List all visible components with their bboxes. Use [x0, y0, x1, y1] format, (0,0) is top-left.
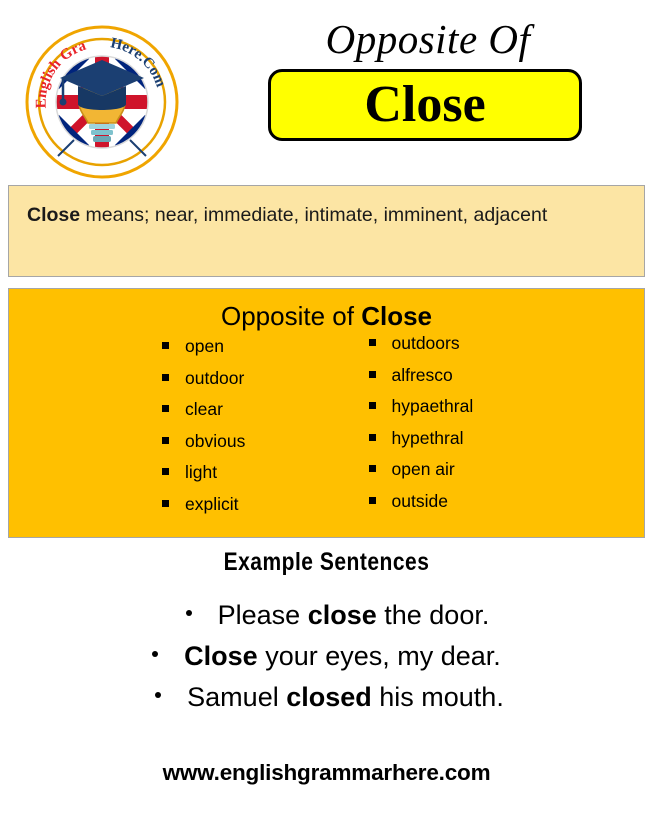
opposite-word: outdoors	[391, 333, 460, 354]
opposite-word: clear	[185, 399, 223, 420]
opposite-word: alfresco	[391, 364, 453, 385]
square-bullet-icon	[162, 342, 169, 350]
list-item: open air	[368, 459, 645, 493]
sentence-after: his mouth.	[371, 682, 504, 713]
list-item: explicit	[162, 493, 327, 528]
page-header: English Grammar Here.Com	[0, 0, 653, 182]
opposites-title-prefix: Opposite of	[220, 301, 362, 331]
examples-heading: Example Sentences	[223, 548, 430, 576]
example-sentence: Please close the door.	[0, 595, 653, 636]
square-bullet-icon	[162, 405, 169, 413]
sentence-keyword: close	[307, 600, 377, 630]
site-url[interactable]: www.englishgrammarhere.com	[163, 760, 491, 785]
opposite-word: obvious	[185, 430, 246, 451]
list-item: light	[162, 464, 327, 496]
definition-box: Close means; near, immediate, intimate, …	[8, 185, 645, 277]
headword-box: Close	[268, 69, 582, 142]
opposites-box: Opposite of Close open outdoor clear obv…	[8, 288, 645, 538]
opposites-list-right: outdoors alfresco hypaethral hypethral o…	[327, 335, 645, 524]
site-logo: English Grammar Here.Com	[22, 22, 182, 182]
definition-text: Close means; near, immediate, intimate, …	[27, 202, 626, 229]
examples-section: Example Sentences Please close the door.…	[0, 548, 653, 718]
opposite-word: hypethral	[391, 427, 464, 448]
page-title: Opposite Of	[325, 16, 531, 62]
opposites-column-left: open outdoor clear obvious light explici…	[9, 338, 327, 527]
definition-term: Close	[27, 204, 81, 226]
sentence-after: the door.	[376, 600, 490, 630]
opposites-column-right: outdoors alfresco hypaethral hypethral o…	[327, 335, 645, 524]
opposite-word: hypaethral	[391, 396, 474, 417]
definition-body: means; near, immediate, intimate, immine…	[80, 204, 548, 226]
header-title-group: Opposite Of Close	[215, 16, 635, 142]
bullet-dot-icon	[152, 650, 159, 657]
square-bullet-icon	[368, 465, 376, 473]
opposites-list-left: open outdoor clear obvious light explici…	[9, 338, 327, 527]
opposite-word: open	[185, 336, 224, 357]
opposites-title-word: Close	[361, 301, 432, 331]
opposite-word: open air	[391, 459, 455, 480]
square-bullet-icon	[368, 370, 376, 378]
square-bullet-icon	[162, 499, 169, 507]
opposites-title: Opposite of Close	[9, 301, 644, 332]
square-bullet-icon	[368, 433, 376, 441]
sentence-keyword: Close	[184, 641, 258, 672]
list-item: obvious	[162, 430, 327, 465]
opposite-word: outside	[391, 490, 448, 511]
bullet-dot-icon	[185, 609, 192, 616]
page-footer: www.englishgrammarhere.com	[0, 760, 653, 786]
list-item: clear	[162, 401, 327, 433]
square-bullet-icon	[368, 339, 376, 347]
list-item: hypethral	[368, 427, 645, 462]
square-bullet-icon	[368, 496, 376, 504]
opposite-word: explicit	[185, 493, 239, 514]
headword: Close	[364, 76, 486, 134]
list-item: open	[162, 338, 327, 370]
opposite-word: light	[185, 462, 218, 483]
list-item: hypaethral	[368, 396, 645, 430]
opposites-columns: open outdoor clear obvious light explici…	[9, 335, 645, 527]
sentence-before: Please	[217, 600, 308, 630]
example-sentence: Samuel closed his mouth.	[0, 677, 653, 718]
sentence-before: Samuel	[187, 682, 287, 713]
list-item: outside	[368, 490, 645, 525]
bullet-dot-icon	[155, 691, 162, 698]
square-bullet-icon	[162, 468, 169, 476]
list-item: outdoor	[162, 367, 327, 402]
opposite-word: outdoor	[185, 367, 245, 388]
sentence-keyword: closed	[286, 682, 372, 713]
sentence-after: your eyes, my dear.	[257, 641, 501, 672]
square-bullet-icon	[368, 402, 376, 410]
example-sentence: Close your eyes, my dear.	[0, 636, 653, 677]
examples-list: Please close the door. Close your eyes, …	[0, 595, 653, 718]
square-bullet-icon	[162, 373, 169, 381]
list-item: alfresco	[368, 364, 645, 399]
square-bullet-icon	[162, 436, 169, 444]
list-item: outdoors	[368, 333, 645, 367]
